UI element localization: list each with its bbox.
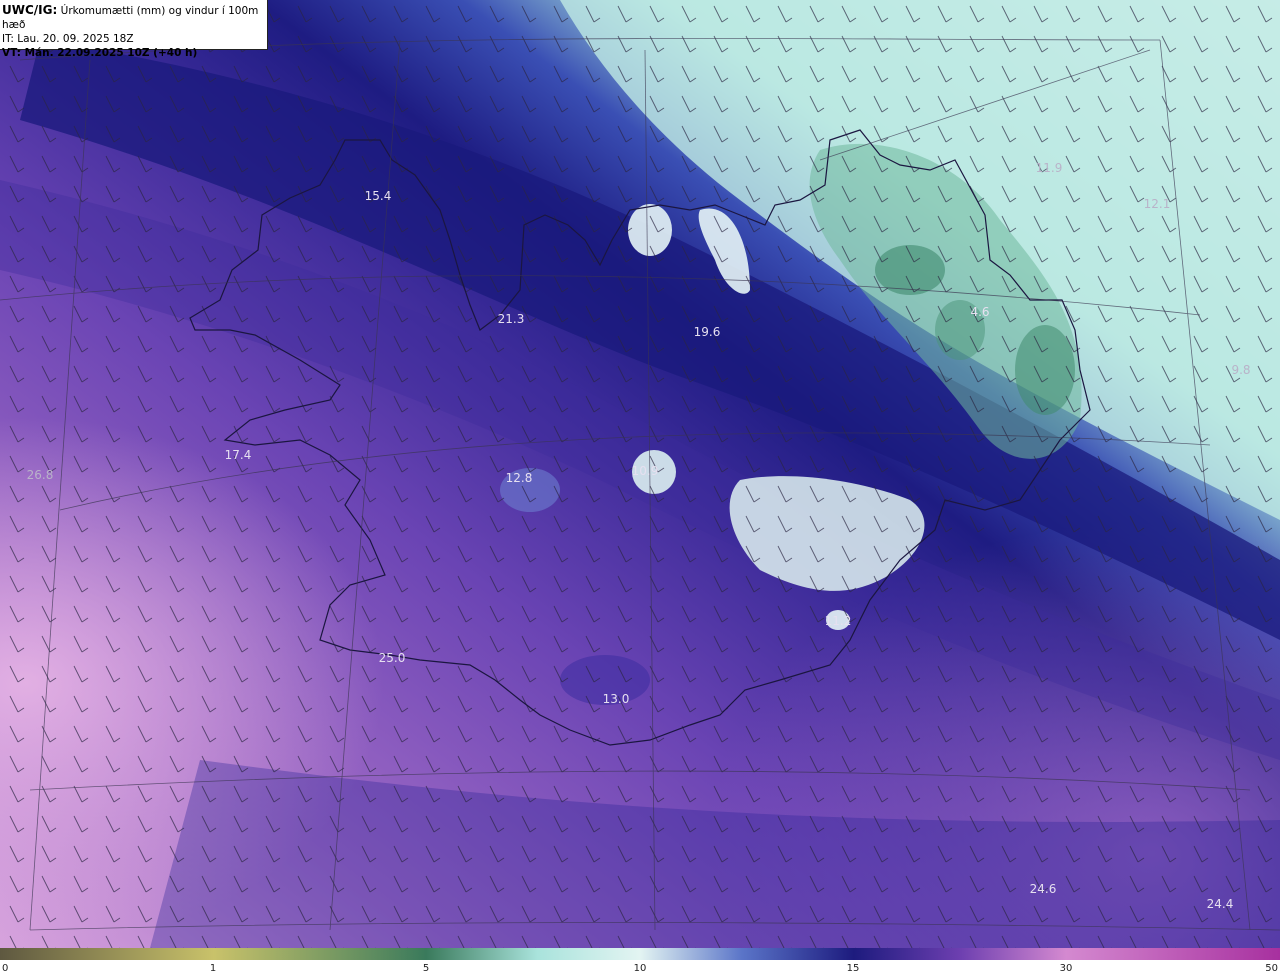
colorbar-tick-label: 1	[209, 963, 217, 974]
precip-value-label: 9.8	[1231, 363, 1250, 377]
colorbar-strip	[0, 948, 1280, 960]
precip-value-label: 21.3	[498, 312, 525, 326]
precip-value-label: 10.9	[632, 464, 659, 478]
colorbar-tick-label: 10	[633, 963, 647, 974]
precip-value-label: 24.6	[1030, 882, 1057, 896]
colorbar: 0 1 5 10 15 30 50	[0, 948, 1280, 978]
title-line: UWC/IG: Úrkomumætti (mm) og vindur í 100…	[2, 3, 267, 32]
precip-value-label: 15.4	[365, 189, 392, 203]
precip-value-label: 17.4	[225, 448, 252, 462]
precip-value-label: 12.1	[1144, 197, 1171, 211]
colorbar-tick-label: 50	[1265, 963, 1278, 974]
initial-time: IT: Lau. 20. 09. 2025 18Z	[2, 33, 134, 45]
precip-value-label: 11.2	[825, 614, 852, 628]
colorbar-tick-label: 5	[422, 963, 430, 974]
precip-value-label: 26.8	[27, 468, 54, 482]
model-code: UWC/IG:	[2, 3, 58, 17]
colorbar-tick-label: 0	[2, 963, 9, 974]
precip-value-label: 24.4	[1207, 897, 1234, 911]
precip-value-label: 19.6	[694, 325, 721, 339]
precip-value-label: 11.9	[1036, 161, 1063, 175]
valid-time: VT: Mán. 22.09.2025 10Z (+40 h)	[2, 47, 198, 59]
precip-value-label: 13.0	[603, 692, 630, 706]
precipitation-map[interactable]: 15.4 21.3 19.6 11.9 12.1 4.6 9.8 17.4 26.8 12.8 10…	[0, 0, 1280, 948]
precip-value-label: 25.0	[379, 651, 406, 665]
colorbar-tick-label: 30	[1059, 963, 1073, 974]
map-header: UWC/IG: Úrkomumætti (mm) og vindur í 100…	[0, 0, 268, 59]
precip-value-label: 12.8	[506, 471, 533, 485]
colorbar-tick-label: 15	[846, 963, 860, 974]
precip-value-label: 4.6	[970, 305, 989, 319]
